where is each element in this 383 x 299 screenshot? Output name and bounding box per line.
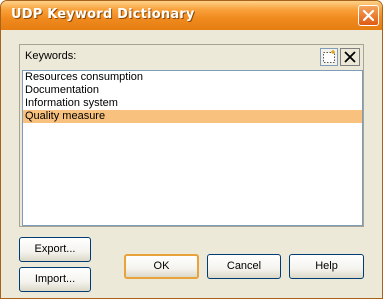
dialog-window: UDP Keyword Dictionary Keywords: Resourc… — [0, 0, 383, 299]
import-button[interactable]: Import... — [19, 267, 91, 292]
title-bar[interactable]: UDP Keyword Dictionary — [1, 1, 382, 30]
list-item-selected[interactable]: Quality measure — [23, 110, 362, 123]
list-item[interactable]: Documentation — [23, 84, 362, 97]
new-item-icon — [323, 50, 335, 63]
list-item[interactable]: Information system — [23, 97, 362, 110]
keywords-panel: Keywords: Resources consumption Document… — [19, 44, 364, 227]
help-button[interactable]: Help — [289, 254, 364, 279]
new-keyword-button[interactable] — [320, 48, 338, 66]
window-title: UDP Keyword Dictionary — [11, 7, 195, 22]
keywords-list[interactable]: Resources consumption Documentation Info… — [22, 70, 363, 226]
ok-button[interactable]: OK — [124, 254, 199, 279]
close-icon — [362, 9, 375, 22]
delete-icon — [344, 51, 356, 63]
export-button[interactable]: Export... — [19, 237, 91, 262]
close-button[interactable] — [358, 5, 379, 26]
keywords-label: Keywords: — [25, 50, 77, 62]
delete-keyword-button[interactable] — [340, 48, 360, 66]
list-item[interactable]: Resources consumption — [23, 71, 362, 84]
cancel-button[interactable]: Cancel — [207, 254, 281, 279]
